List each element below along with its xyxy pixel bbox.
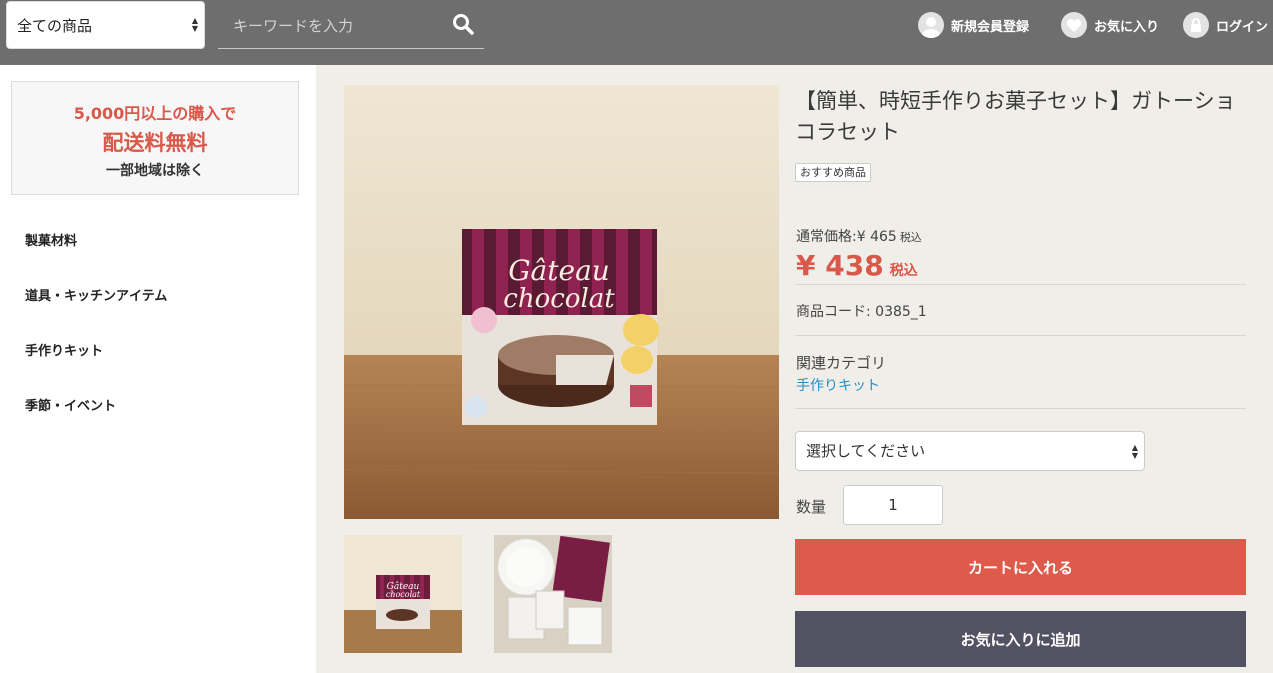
sale-price-tax: 税込 [889,263,918,279]
select-arrows-icon: ▲ ▼ [1131,443,1138,460]
add-to-favorites-button[interactable]: お気に入りに追加 [795,611,1246,667]
option-select-value: 選択してください [806,442,926,460]
promo-line-2: 配送料無料 [102,131,208,155]
register-label: 新規会員登録 [951,19,1030,35]
product-code: 商品コード: 0385_1 [796,301,927,321]
login-label: ログイン [1216,19,1269,35]
favorites-label: お気に入り [1094,19,1160,35]
sidebar-item-kitchen-tools[interactable]: 道具・キッチンアイテム [25,285,167,304]
normal-price-label: 通常価格: [796,229,857,245]
svg-text:chocolat: chocolat [386,590,421,599]
product-main-image[interactable]: Gâteau chocolat [344,85,779,519]
normal-price-value: ¥ 465 [856,229,897,245]
related-category-label: 関連カテゴリ [796,354,887,372]
select-arrows-icon: ▲ ▼ [191,16,198,33]
divider [795,335,1246,336]
favorites-link[interactable]: お気に入り [1061,12,1159,38]
site-header: 全ての商品 ▲ ▼ キーワードを入力 新規会員登録 お気に入り ログイン [0,0,1273,65]
sale-price: ¥ 438 税込 [796,249,918,282]
search-icon[interactable] [452,13,474,35]
sidebar-item-seasonal-events[interactable]: 季節・イベント [25,395,116,414]
product-code-value: 0385_1 [875,304,927,320]
sale-price-value: ¥ 438 [796,249,884,282]
search-input[interactable]: キーワードを入力 [233,15,353,36]
register-link[interactable]: 新規会員登録 [918,12,1029,38]
option-select[interactable]: 選択してください ▲ ▼ [795,431,1145,471]
category-select[interactable]: 全ての商品 ▲ ▼ [6,1,205,49]
heart-icon [1061,12,1087,38]
related-category-link[interactable]: 手作りキット [796,375,880,395]
user-icon [918,12,944,38]
sidebar-item-confectionery-ingredients[interactable]: 製菓材料 [25,230,77,249]
sidebar-item-handmade-kits[interactable]: 手作りキット [25,340,103,359]
search-box[interactable]: キーワードを入力 [218,0,484,49]
divider [795,408,1246,409]
thumbnail-2[interactable] [494,535,612,653]
quantity-label: 数量 [796,498,827,516]
recommended-badge: おすすめ商品 [795,163,871,182]
normal-price-tax: 税込 [899,231,922,244]
divider [795,284,1246,285]
normal-price: 通常価格:¥ 465 税込 [796,226,922,246]
svg-text:Gâteau: Gâteau [508,254,610,287]
thumbnail-1[interactable]: Gâteau chocolat [344,535,462,653]
sidebar: 5,000円以上の購入で 配送料無料 一部地域は除く 製菓材料 道具・キッチンア… [0,65,316,673]
product-title: 【簡単、時短手作りお菓子セット】ガトーショコラセット [795,89,1236,144]
promo-line-1: 5,000円以上の購入で [73,104,237,123]
product-code-label: 商品コード: [796,304,871,320]
svg-text:chocolat: chocolat [503,284,615,314]
lock-icon [1183,12,1209,38]
promo-line-3: 一部地域は除く [106,163,204,179]
login-link[interactable]: ログイン [1183,12,1268,38]
free-shipping-banner: 5,000円以上の購入で 配送料無料 一部地域は除く [11,81,299,195]
quantity-input[interactable]: 1 [843,485,943,525]
add-to-cart-button[interactable]: カートに入れる [795,539,1246,595]
category-select-value: 全ての商品 [17,16,93,35]
